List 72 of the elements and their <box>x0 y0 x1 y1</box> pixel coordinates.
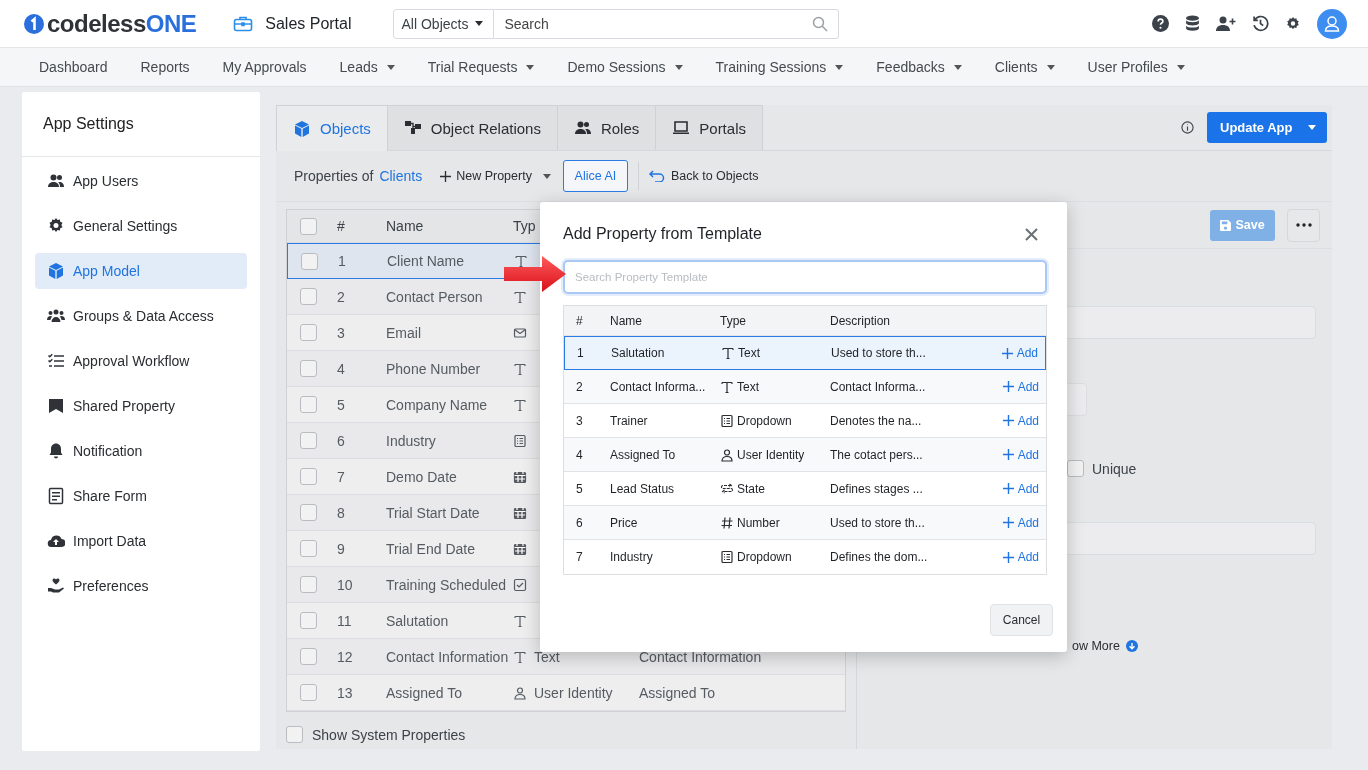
table-cell: Number <box>737 515 780 530</box>
table-cell-text: Industry <box>610 550 654 564</box>
column-header: Description <box>830 313 892 328</box>
column-header: Type <box>720 313 747 328</box>
table-cell-text: Contact Informa... <box>830 379 927 394</box>
table-cell-text: Denotes the na... <box>830 413 923 428</box>
sidebar-title: App Settings <box>22 92 260 157</box>
table-cell-text: Contact Information <box>386 648 510 665</box>
table-cell-text: 10 <box>337 576 354 593</box>
table-cell-text: 6 <box>575 515 584 530</box>
table-cell-text: Contact Information <box>639 648 763 665</box>
table-cell: User Identity <box>534 684 613 701</box>
table-cell-text: 2 <box>575 379 584 394</box>
table-cell-text: Lead Status <box>610 481 676 496</box>
checkbox-label: Show System Properties <box>312 726 466 743</box>
table-cell-text: Salutation <box>611 346 666 360</box>
table-cell-text: 9 <box>337 540 346 557</box>
table-cell-text: 11 <box>337 612 353 629</box>
table-cell-text: Assigned To <box>610 447 677 462</box>
table-cell-text: Demo Date <box>386 468 458 485</box>
table-cell: State <box>737 481 766 496</box>
checkbox-label: Unique <box>1092 460 1137 477</box>
dialog-title: Add Property from Template <box>563 225 762 243</box>
table-cell-text: Assigned To <box>639 684 716 701</box>
table-cell-text: Used to store th... <box>830 515 926 530</box>
table-cell-text: 6 <box>337 432 346 449</box>
table-cell-text: 12 <box>337 648 354 665</box>
table-cell-text: 13 <box>337 684 354 701</box>
table-cell-text: 4 <box>337 360 346 377</box>
table-cell: Dropdown <box>737 413 792 428</box>
table-cell-text: Defines the dom... <box>830 550 929 564</box>
column-header: Typ <box>513 218 536 234</box>
table-cell-text: Trial End Date <box>386 540 476 557</box>
table-cell-text: 3 <box>337 324 346 341</box>
table-cell-text: Contact Informa... <box>610 379 707 394</box>
table-cell-text: Phone Number <box>386 360 482 377</box>
table-cell-text: Trial Start Date <box>386 504 481 521</box>
table-cell-text: 7 <box>575 550 584 564</box>
table-cell-text: Email <box>386 324 422 341</box>
app-title: Sales Portal <box>265 14 352 33</box>
column-header: Name <box>386 218 425 234</box>
table-cell-text: 4 <box>575 447 584 462</box>
table-cell-text: Used to store th... <box>831 346 927 360</box>
table-cell-text: Price <box>610 515 639 530</box>
table-cell: User Identity <box>737 447 805 462</box>
table-cell-text: Training Scheduled <box>386 576 508 593</box>
table-cell-text: Trainer <box>610 413 649 428</box>
column-header: Name <box>610 313 643 328</box>
table-cell: Dropdown <box>737 550 792 564</box>
table-cell-text: Assigned To <box>386 684 463 701</box>
table-cell-text: 1 <box>338 253 347 269</box>
table-cell-text: 3 <box>575 413 584 428</box>
table-cell-text: Salutation <box>386 612 450 629</box>
table-cell-text: Client Name <box>387 253 466 269</box>
table-cell-text: 8 <box>337 504 346 521</box>
table-cell-text: Contact Person <box>386 288 484 305</box>
table-cell: Text <box>534 648 560 665</box>
table-cell-text: Industry <box>386 432 437 449</box>
table-cell-text: 5 <box>337 396 346 413</box>
properties-of-label: Properties of <box>294 168 374 184</box>
table-cell-text: 5 <box>575 481 584 496</box>
table-cell-text: Company Name <box>386 396 489 413</box>
column-header: # <box>575 313 584 328</box>
table-cell: Text <box>738 346 760 360</box>
table-cell-text: 1 <box>576 346 585 360</box>
table-cell-text: 7 <box>337 468 346 485</box>
table-cell: Text <box>737 379 759 394</box>
table-cell-text: 2 <box>337 288 346 305</box>
table-cell-text: Defines stages ... <box>830 481 924 496</box>
column-header: # <box>337 218 346 234</box>
logo-text: codelessONE <box>47 9 197 38</box>
table-cell-text: The cotact pers... <box>830 447 924 462</box>
